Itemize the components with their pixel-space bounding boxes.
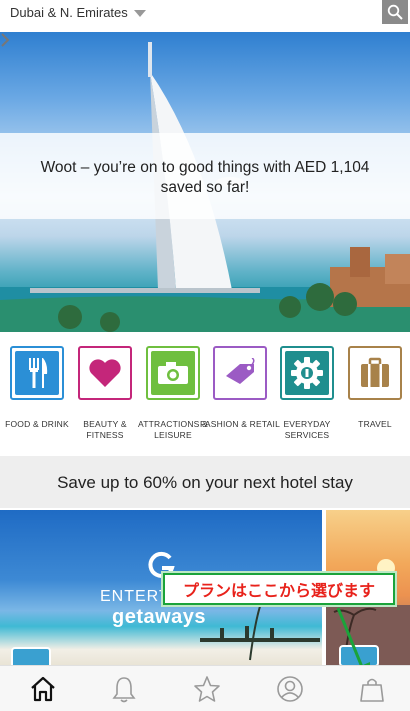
promo-title: Save up to 60% on your next hotel stay — [57, 473, 353, 492]
region-selector[interactable]: Dubai & N. Emirates — [10, 5, 146, 20]
category-travel[interactable]: TRAVEL — [342, 340, 408, 450]
nav-favorites[interactable] — [190, 672, 224, 706]
nav-notifications[interactable] — [107, 672, 141, 706]
star-icon — [194, 676, 220, 702]
tag-icon — [226, 358, 255, 384]
search-icon — [387, 4, 403, 20]
category-row: FOOD & DRINK BEAUTY & FITNESS ATTRACTION… — [0, 340, 410, 450]
profile-icon — [277, 676, 303, 702]
category-everyday-services[interactable]: EVERYDAY SERVICES — [274, 340, 340, 450]
brand-name: ENTERT — [100, 588, 170, 605]
bottom-nav — [0, 665, 410, 711]
bell-icon — [112, 677, 136, 703]
nav-profile[interactable] — [273, 672, 307, 706]
heart-icon — [89, 359, 121, 387]
chevron-right-icon[interactable] — [0, 32, 10, 48]
category-label: TRAVEL — [358, 419, 392, 429]
bag-icon — [360, 678, 384, 702]
home-icon — [31, 676, 55, 702]
search-button[interactable] — [382, 0, 408, 24]
category-food-drink[interactable]: FOOD & DRINK — [4, 340, 70, 450]
chevron-down-icon — [133, 9, 146, 17]
category-attractions-leisure[interactable]: ATTRACTIONS & LEISURE — [138, 340, 208, 450]
category-beauty-fitness[interactable]: BEAUTY & FITNESS — [72, 340, 138, 450]
fork-knife-icon — [29, 358, 48, 388]
hero-banner[interactable]: Woot – you’re on to good things with AED… — [0, 32, 410, 332]
annotation-callout: プランはここから選びます — [163, 573, 395, 605]
category-fashion-retail[interactable]: FASHION & RETAIL — [200, 340, 280, 450]
gear-icon — [291, 357, 323, 389]
nav-bag[interactable] — [355, 672, 389, 706]
nav-home[interactable] — [26, 672, 60, 706]
savings-message: Woot – you’re on to good things with AED… — [40, 159, 370, 196]
brand-subtitle: getaways — [112, 606, 207, 628]
suitcase-icon — [361, 357, 389, 387]
camera-icon — [158, 362, 188, 384]
top-bar: Dubai & N. Emirates — [0, 0, 410, 30]
promo-header: Save up to 60% on your next hotel stay — [0, 456, 410, 508]
region-label: Dubai & N. Emirates — [10, 5, 128, 20]
